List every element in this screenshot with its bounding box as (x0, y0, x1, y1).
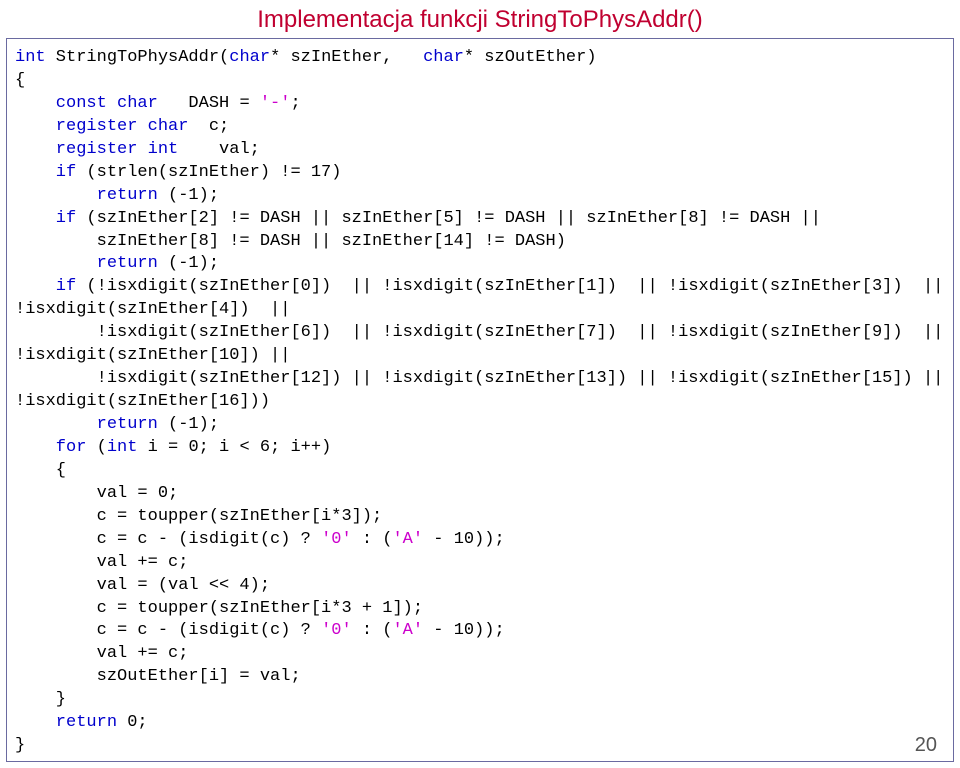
keyword: int (107, 438, 138, 457)
char-literal: '0' (321, 530, 352, 549)
code-text: (-1); (158, 186, 219, 205)
keyword: return (15, 415, 158, 434)
code-line: return (-1); (15, 185, 945, 208)
code-line: return (-1); (15, 253, 945, 276)
code-line: val = 0; (15, 483, 945, 506)
char-literal: 'A' (392, 530, 423, 549)
code-text: val; (178, 140, 260, 159)
code-text: * szOutEther) (464, 48, 597, 67)
keyword: if (15, 163, 76, 182)
code-line: szOutEther[i] = val; (15, 666, 945, 689)
char-literal: '-' (260, 94, 291, 113)
code-line: szInEther[8] != DASH || szInEther[14] !=… (15, 231, 945, 254)
code-line: if (strlen(szInEther) != 17) (15, 162, 945, 185)
code-line: c = toupper(szInEther[i*3]); (15, 506, 945, 529)
code-line: if (!isxdigit(szInEther[0]) || !isxdigit… (15, 276, 945, 299)
code-text: (!isxdigit(szInEther[0]) || !isxdigit(sz… (76, 277, 943, 296)
keyword: int (15, 48, 46, 67)
code-line: !isxdigit(szInEther[6]) || !isxdigit(szI… (15, 322, 945, 345)
keyword: const char (15, 94, 158, 113)
code-line: for (int i = 0; i < 6; i++) (15, 437, 945, 460)
keyword: return (15, 713, 117, 732)
keyword: register int (15, 140, 178, 159)
code-line: const char DASH = '-'; (15, 93, 945, 116)
code-text: : ( (352, 530, 393, 549)
code-line: !isxdigit(szInEther[16])) (15, 391, 945, 414)
code-text: ( (86, 438, 106, 457)
char-literal: 'A' (392, 621, 423, 640)
code-text: c = c - (isdigit(c) ? (15, 621, 321, 640)
code-text: ; (290, 94, 300, 113)
slide-title: Implementacja funkcji StringToPhysAddr() (0, 0, 960, 38)
code-line: } (15, 689, 945, 712)
code-text: - 10)); (423, 530, 505, 549)
code-line: val += c; (15, 643, 945, 666)
code-line: return 0; (15, 712, 945, 735)
code-text: DASH = (158, 94, 260, 113)
keyword: return (15, 254, 158, 273)
keyword: for (15, 438, 86, 457)
code-text: c = c - (isdigit(c) ? (15, 530, 321, 549)
code-line: val = (val << 4); (15, 575, 945, 598)
code-line: !isxdigit(szInEther[4]) || (15, 299, 945, 322)
keyword: return (15, 186, 158, 205)
code-line: { (15, 70, 945, 93)
code-text: - 10)); (423, 621, 505, 640)
code-line: register int val; (15, 139, 945, 162)
code-text: i = 0; i < 6; i++) (137, 438, 331, 457)
code-line: c = c - (isdigit(c) ? '0' : ('A' - 10)); (15, 620, 945, 643)
code-text: 0; (117, 713, 148, 732)
keyword: register char (15, 117, 188, 136)
code-line: return (-1); (15, 414, 945, 437)
code-line: !isxdigit(szInEther[10]) || (15, 345, 945, 368)
code-line: !isxdigit(szInEther[12]) || !isxdigit(sz… (15, 368, 945, 391)
char-literal: '0' (321, 621, 352, 640)
keyword: if (15, 277, 76, 296)
code-line: int StringToPhysAddr(char* szInEther, ch… (15, 47, 945, 70)
code-text: : ( (352, 621, 393, 640)
code-text: (-1); (158, 254, 219, 273)
code-text: * szInEther, (270, 48, 423, 67)
code-text: StringToPhysAddr( (46, 48, 230, 67)
code-line: { (15, 460, 945, 483)
code-line: c = c - (isdigit(c) ? '0' : ('A' - 10)); (15, 529, 945, 552)
code-line: if (szInEther[2] != DASH || szInEther[5]… (15, 208, 945, 231)
code-text: (strlen(szInEther) != 17) (76, 163, 341, 182)
code-block: int StringToPhysAddr(char* szInEther, ch… (6, 38, 954, 762)
keyword: char (423, 48, 464, 67)
code-text: (szInEther[2] != DASH || szInEther[5] !=… (76, 209, 821, 228)
code-text: (-1); (158, 415, 219, 434)
code-line: val += c; (15, 552, 945, 575)
code-text: c; (188, 117, 229, 136)
keyword: if (15, 209, 76, 228)
code-line: c = toupper(szInEther[i*3 + 1]); (15, 598, 945, 621)
code-line: register char c; (15, 116, 945, 139)
keyword: char (229, 48, 270, 67)
